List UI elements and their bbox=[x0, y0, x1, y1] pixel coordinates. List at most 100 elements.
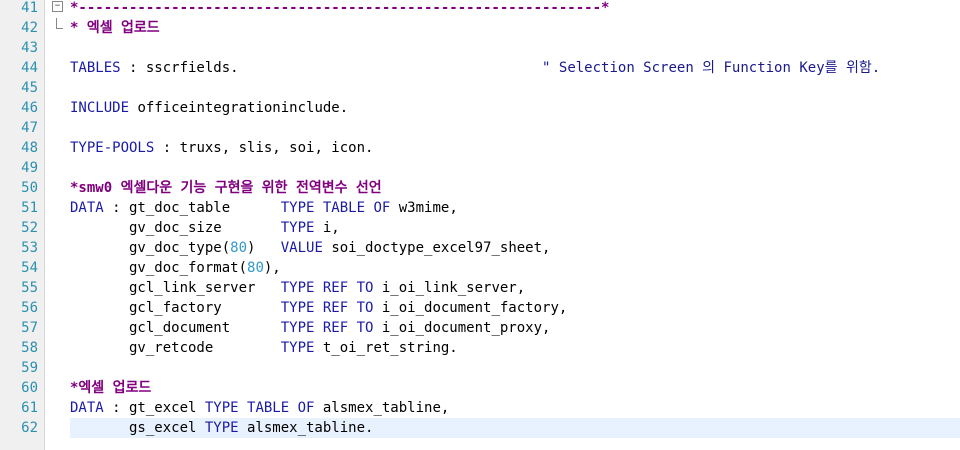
line-number: 49 bbox=[21, 160, 38, 176]
token: : sscrfields. bbox=[120, 60, 239, 76]
line-text: *smw0 엑셀다운 기능 구현을 위한 전역변수 선언 bbox=[70, 178, 382, 198]
code-line[interactable]: 62 gs_excel TYPE alsmex_tabline. bbox=[21, 418, 960, 438]
token: DATA bbox=[70, 400, 104, 416]
code-line[interactable]: 42 * 엑셀 업로드 bbox=[21, 18, 960, 38]
line-text: gcl_document TYPE REF TO i_oi_document_p… bbox=[70, 318, 550, 338]
line-number: 45 bbox=[21, 80, 38, 96]
line-text: *---------------------------------------… bbox=[70, 0, 609, 18]
line-number: 61 bbox=[21, 400, 38, 416]
code-line[interactable]: 56 gcl_factory TYPE REF TO i_oi_document… bbox=[21, 298, 960, 318]
line-number: 42 bbox=[21, 20, 38, 36]
line-number: 57 bbox=[21, 320, 38, 336]
token: * 엑셀 업로드 bbox=[70, 20, 160, 36]
token: TYPE bbox=[280, 220, 315, 236]
token: gv_doc_type( bbox=[70, 240, 231, 256]
token: i, bbox=[314, 220, 340, 236]
token: " Selection Screen 의 Function Key를 위함. bbox=[542, 60, 881, 76]
code-line[interactable]: 50 *smw0 엑셀다운 기능 구현을 위한 전역변수 선언 bbox=[21, 178, 960, 198]
token: alsmex_tabline, bbox=[314, 400, 450, 416]
code-line[interactable]: 44 TABLES : sscrfields. " Selection Scree… bbox=[21, 58, 960, 78]
token: *엑셀 업로드 bbox=[70, 380, 152, 396]
line-number: 62 bbox=[21, 420, 38, 436]
line-text: TYPE-POOLS : truxs, slis, soi, icon. bbox=[70, 138, 373, 158]
code-line[interactable]: 53 gv_doc_type(80) VALUE soi_doctype_exc… bbox=[21, 238, 960, 258]
code-line[interactable]: 54 gv_doc_format(80), bbox=[21, 258, 960, 278]
token: TYPE bbox=[280, 340, 315, 356]
code-area[interactable]: 41 *-------------------------------------… bbox=[21, 0, 960, 450]
token: gs_excel bbox=[70, 420, 205, 436]
token: : gt_doc_table bbox=[103, 200, 281, 216]
token: soi_doctype_excel97_sheet, bbox=[322, 240, 551, 256]
code-line[interactable]: 49 bbox=[21, 158, 960, 178]
line-number: 44 bbox=[21, 60, 38, 76]
token: TYPE TABLE OF bbox=[280, 200, 391, 216]
token: *---------------------------------------… bbox=[70, 0, 610, 16]
token: VALUE bbox=[280, 240, 323, 256]
line-number: 53 bbox=[21, 240, 38, 256]
token: alsmex_tabline. bbox=[238, 420, 374, 436]
line-text: INCLUDE officeintegrationinclude. bbox=[70, 98, 348, 118]
line-text: * 엑셀 업로드 bbox=[70, 18, 160, 38]
token: : gt_excel bbox=[103, 400, 205, 416]
token: i_oi_document_factory, bbox=[373, 300, 568, 316]
code-line[interactable]: 47 bbox=[21, 118, 960, 138]
code-line[interactable]: 43 bbox=[21, 38, 960, 58]
token: TYPE-POOLS bbox=[70, 140, 155, 156]
line-text: DATA : gt_doc_table TYPE TABLE OF w3mime… bbox=[70, 198, 458, 218]
token: gcl_document bbox=[70, 320, 281, 336]
line-number: 41 bbox=[21, 0, 38, 16]
token: INCLUDE bbox=[70, 100, 130, 116]
token: w3mime, bbox=[390, 200, 458, 216]
code-line[interactable]: 52 gv_doc_size TYPE i, bbox=[21, 218, 960, 238]
token: ) bbox=[247, 240, 281, 256]
line-text: DATA : gt_excel TYPE TABLE OF alsmex_tab… bbox=[70, 398, 449, 418]
token: gv_doc_size bbox=[70, 220, 281, 236]
token: TYPE TABLE OF bbox=[204, 400, 315, 416]
code-line[interactable]: 41 *-------------------------------------… bbox=[21, 0, 960, 29]
code-editor[interactable]: 41 *-------------------------------------… bbox=[0, 0, 960, 450]
line-number: 59 bbox=[21, 360, 38, 376]
token: gcl_link_server bbox=[70, 280, 281, 296]
line-text: gcl_factory TYPE REF TO i_oi_document_fa… bbox=[70, 298, 567, 318]
token: TYPE bbox=[204, 420, 239, 436]
token: TYPE REF TO bbox=[280, 320, 374, 336]
line-number: 56 bbox=[21, 300, 38, 316]
token: *smw0 엑셀다운 기능 구현을 위한 전역변수 선언 bbox=[70, 180, 382, 196]
line-text: *엑셀 업로드 bbox=[70, 378, 151, 398]
code-line[interactable]: 51 DATA : gt_doc_table TYPE TABLE OF w3mi… bbox=[21, 198, 960, 218]
token: officeintegrationinclude. bbox=[129, 100, 349, 116]
line-text: gv_doc_type(80) VALUE soi_doctype_excel9… bbox=[70, 238, 550, 258]
code-line[interactable]: 60 *엑셀 업로드 bbox=[21, 378, 960, 398]
code-line[interactable]: 61 DATA : gt_excel TYPE TABLE OF alsmex_t… bbox=[21, 398, 960, 418]
code-line[interactable]: 45 bbox=[21, 78, 960, 98]
line-number: 54 bbox=[21, 260, 38, 276]
token: : truxs, slis, soi, icon. bbox=[154, 140, 374, 156]
token: t_oi_ret_string. bbox=[314, 340, 458, 356]
line-number: 43 bbox=[21, 40, 38, 56]
token: TABLES bbox=[70, 60, 121, 76]
line-number: 58 bbox=[21, 340, 38, 356]
code-line[interactable]: 59 bbox=[21, 358, 960, 378]
line-number: 48 bbox=[21, 140, 38, 156]
line-text: gv_retcode TYPE t_oi_ret_string. bbox=[70, 338, 458, 358]
token: i_oi_link_server, bbox=[373, 280, 526, 296]
line-number: 51 bbox=[21, 200, 38, 216]
token: 80 bbox=[230, 240, 248, 256]
code-line[interactable]: 55 gcl_link_server TYPE REF TO i_oi_link… bbox=[21, 278, 960, 298]
token: ), bbox=[263, 260, 281, 276]
token: gv_doc_format( bbox=[70, 260, 248, 276]
token: gcl_factory bbox=[70, 300, 281, 316]
code-line[interactable]: 58 gv_retcode TYPE t_oi_ret_string. bbox=[21, 338, 960, 358]
token: i_oi_document_proxy, bbox=[373, 320, 551, 336]
line-text: TABLES : sscrfields. " Selection Screen … bbox=[70, 58, 880, 78]
code-line[interactable]: 57 gcl_document TYPE REF TO i_oi_documen… bbox=[21, 318, 960, 338]
line-number: 60 bbox=[21, 380, 38, 396]
code-line[interactable]: 46 INCLUDE officeintegrationinclude. bbox=[21, 98, 960, 118]
line-text: gcl_link_server TYPE REF TO i_oi_link_se… bbox=[70, 278, 525, 298]
line-number: 52 bbox=[21, 220, 38, 236]
fold-collapse-icon[interactable]: − bbox=[52, 1, 63, 12]
code-line[interactable]: 48 TYPE-POOLS : truxs, slis, soi, icon. bbox=[21, 138, 960, 158]
token: TYPE REF TO bbox=[280, 280, 374, 296]
line-number: 47 bbox=[21, 120, 38, 136]
